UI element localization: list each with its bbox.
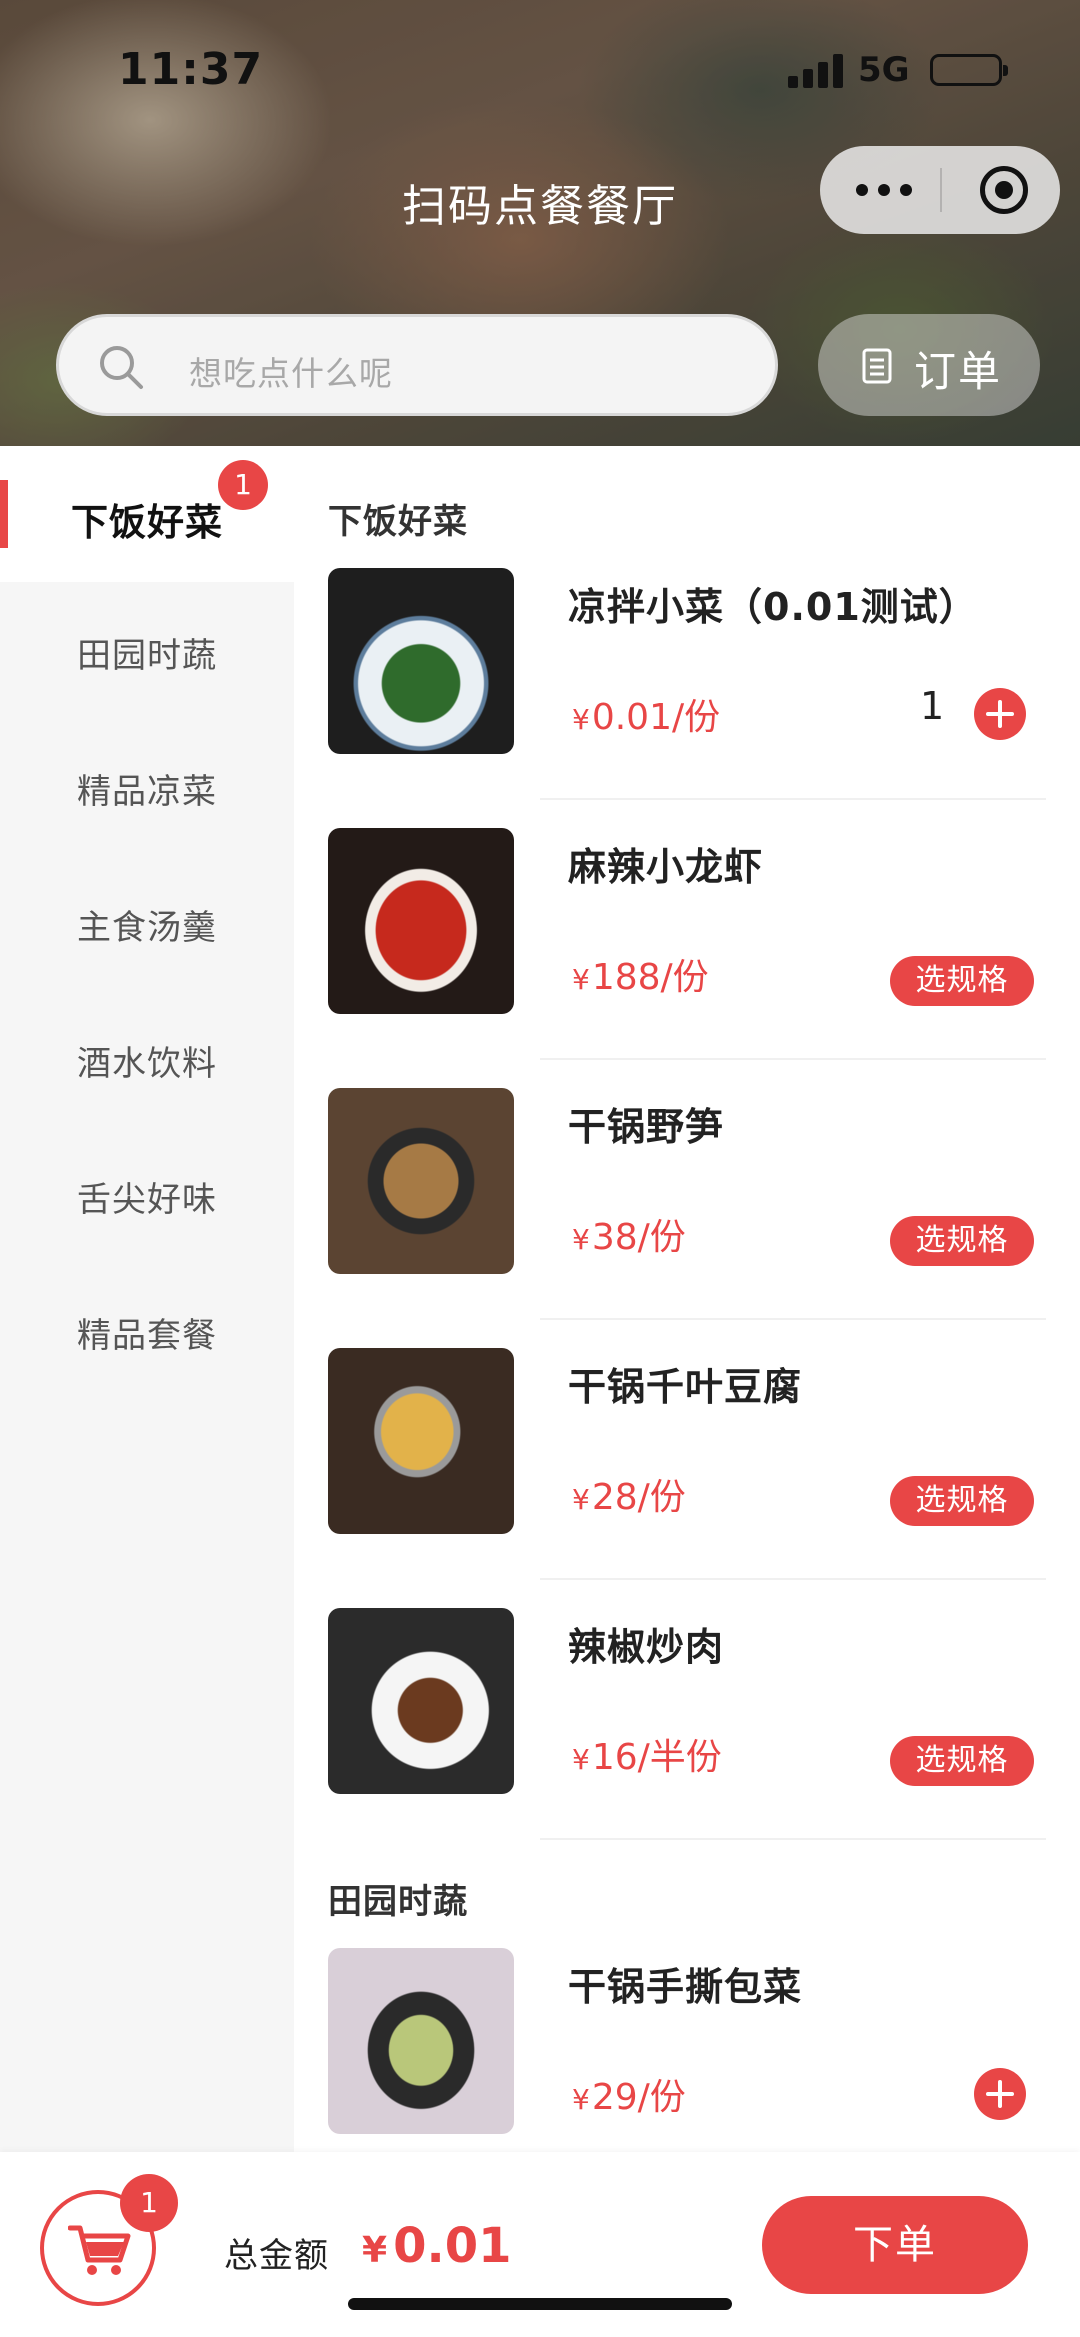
divider <box>540 1058 1046 1060</box>
dish-price: ¥38/份 <box>572 1217 686 1258</box>
list-item[interactable]: 干锅千叶豆腐 ¥28/份 选规格 <box>294 1348 1080 1608</box>
divider <box>540 1578 1046 1580</box>
search-bar[interactable]: 想吃点什么呢 <box>56 314 778 416</box>
add-icon[interactable] <box>974 688 1026 740</box>
dish-image-cabbage <box>328 1948 514 2134</box>
network-label: 5G <box>858 50 910 90</box>
category-sidebar: 下饭好菜 1 田园时蔬 精品凉菜 主食汤羹 酒水饮料 舌尖好味 精品套餐 <box>0 446 294 2152</box>
dish-name: 干锅手撕包菜 <box>568 1965 803 2009</box>
sidebar-item-label: 田园时蔬 <box>77 636 217 676</box>
sidebar-item-drinks[interactable]: 酒水饮料 <box>0 990 294 1126</box>
dish-price: ¥188/份 <box>572 957 709 998</box>
dish-quantity: 1 <box>920 684 945 728</box>
category-badge: 1 <box>218 460 268 510</box>
sidebar-item-staples-soups[interactable]: 主食汤羹 <box>0 854 294 990</box>
dish-image-salad <box>328 568 514 754</box>
list-item[interactable]: 干锅手撕包菜 ¥29/份 <box>294 1948 1080 2152</box>
add-icon[interactable] <box>974 2068 1026 2120</box>
dish-name: 麻辣小龙虾 <box>568 845 764 889</box>
home-indicator <box>348 2298 732 2310</box>
list-item[interactable]: 干锅野笋 ¥38/份 选规格 <box>294 1088 1080 1348</box>
submit-order-button[interactable]: 下单 <box>762 2196 1028 2294</box>
sidebar-item-cold-dishes[interactable]: 精品凉菜 <box>0 718 294 854</box>
search-icon <box>100 346 143 389</box>
battery-icon <box>930 54 1008 86</box>
dish-image-pepper-pork <box>328 1608 514 1794</box>
status-time: 11:37 <box>118 44 264 95</box>
list-item[interactable]: 麻辣小龙虾 ¥188/份 选规格 <box>294 828 1080 1088</box>
sidebar-item-label: 主食汤羹 <box>77 908 217 948</box>
search-placeholder: 想吃点什么呢 <box>189 354 393 393</box>
dish-image-bamboo-shoots <box>328 1088 514 1274</box>
dish-name: 辣椒炒肉 <box>568 1625 725 1669</box>
cart-icon <box>68 2225 131 2275</box>
dish-name: 干锅千叶豆腐 <box>568 1365 803 1409</box>
sidebar-item-label: 精品套餐 <box>77 1316 217 1356</box>
sidebar-item-label: 酒水饮料 <box>77 1044 217 1084</box>
section-title: 田园时蔬 <box>328 1882 468 1922</box>
sidebar-item-vegetables[interactable]: 田园时蔬 <box>0 582 294 718</box>
divider <box>540 1838 1046 1840</box>
section-title: 下饭好菜 <box>328 502 468 542</box>
close-target-icon[interactable] <box>980 166 1028 214</box>
dish-image-crayfish <box>328 828 514 1014</box>
dish-price: ¥29/份 <box>572 2077 686 2118</box>
sidebar-item-set-meals[interactable]: 精品套餐 <box>0 1262 294 1398</box>
mini-program-capsule <box>820 146 1060 234</box>
orders-button[interactable]: 订单 <box>818 314 1040 416</box>
dish-price: ¥28/份 <box>572 1477 686 1518</box>
orders-label: 订单 <box>914 347 1003 396</box>
total-amount: ¥0.01 <box>362 2218 512 2274</box>
list-item[interactable]: 凉拌小菜（0.01测试） ¥0.01/份 1 <box>294 568 1080 828</box>
order-list-icon <box>862 348 892 384</box>
sidebar-item-specialties[interactable]: 舌尖好味 <box>0 1126 294 1262</box>
dish-image-tofu <box>328 1348 514 1534</box>
select-spec-button[interactable]: 选规格 <box>890 1736 1034 1786</box>
dish-name: 凉拌小菜（0.01测试） <box>568 585 978 629</box>
more-icon[interactable] <box>856 176 916 204</box>
divider <box>540 1318 1046 1320</box>
sidebar-item-xiafan[interactable]: 下饭好菜 1 <box>0 446 294 582</box>
dish-name: 干锅野笋 <box>568 1105 725 1149</box>
dish-price: ¥16/半份 <box>572 1737 722 1778</box>
dish-price: ¥0.01/份 <box>572 697 721 738</box>
divider <box>540 798 1046 800</box>
cart-count-badge: 1 <box>120 2174 178 2232</box>
select-spec-button[interactable]: 选规格 <box>890 1216 1034 1266</box>
select-spec-button[interactable]: 选规格 <box>890 1476 1034 1526</box>
sidebar-item-label: 舌尖好味 <box>77 1180 217 1220</box>
list-item[interactable]: 辣椒炒肉 ¥16/半份 选规格 <box>294 1608 1080 1868</box>
total-label: 总金额 <box>224 2236 329 2276</box>
header: 11:37 5G 扫码点餐餐厅 想吃点什么呢 订单 <box>0 0 1080 446</box>
sidebar-item-label: 精品凉菜 <box>77 772 217 812</box>
capsule-divider <box>940 168 942 212</box>
status-bar: 11:37 5G <box>0 0 1080 140</box>
signal-icon <box>788 54 844 88</box>
menu-list: 下饭好菜 凉拌小菜（0.01测试） ¥0.01/份 1 麻辣小龙虾 ¥188/份… <box>294 446 1080 2152</box>
select-spec-button[interactable]: 选规格 <box>890 956 1034 1006</box>
